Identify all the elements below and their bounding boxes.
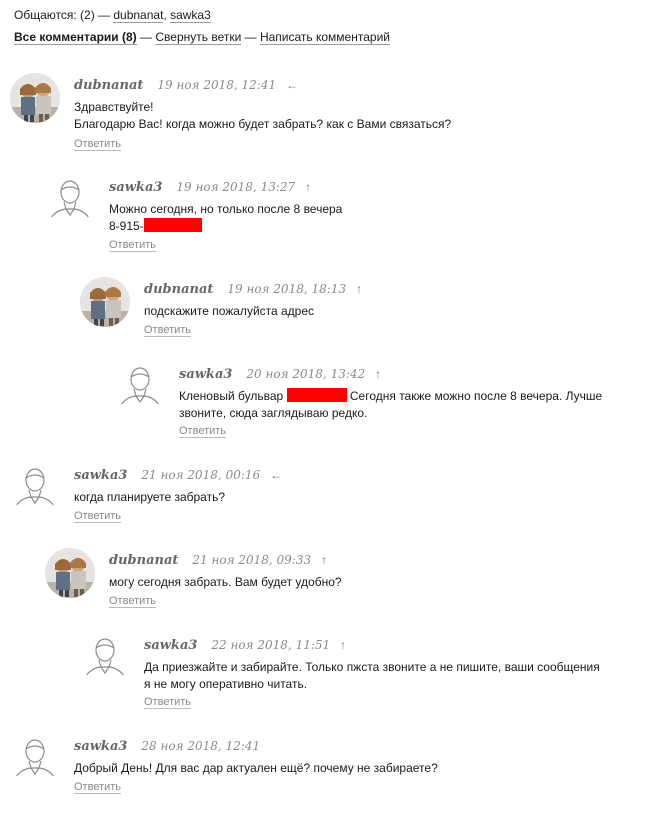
comment-item: sawka3 19 ноя 2018, 13:27 ↑ Можно сегодня,… xyxy=(45,175,635,255)
comment-author[interactable]: dubnanat xyxy=(109,553,178,568)
comment-text: могу сегодня забрать. Вам будет удобно? xyxy=(109,574,342,591)
comment-header: sawka3 28 ноя 2018, 12:41 xyxy=(74,739,260,754)
user-photo-avatar[interactable] xyxy=(10,73,60,123)
comment-item: sawka3 20 ноя 2018, 13:42 ↑ Кленовый бульв… xyxy=(115,362,635,442)
comment-date[interactable]: 21 ноя 2018, 00:16 xyxy=(141,468,260,482)
comment-line: Кленовый бульвар Сегодня также можно пос… xyxy=(179,388,602,405)
participants-line: Общаются: (2) — dubnanat, sawka3 xyxy=(14,8,211,23)
comment-author[interactable]: sawka3 xyxy=(74,739,127,754)
comment-item: sawka3 22 ноя 2018, 11:51 ↑ Да приезжайте … xyxy=(80,633,635,713)
comment-line: 8-915- xyxy=(109,218,342,235)
write-comment-link[interactable]: Написать комментарий xyxy=(259,30,390,45)
comment-header: dubnanat 19 ноя 2018, 18:13 ↑ xyxy=(144,282,362,297)
user-photo-avatar[interactable] xyxy=(80,277,130,327)
comment-date[interactable]: 19 ноя 2018, 18:13 xyxy=(227,282,346,296)
comment-line: могу сегодня забрать. Вам будет удобно? xyxy=(109,575,342,589)
comment-text: Да приезжайте и забирайте. Только пжста … xyxy=(144,659,600,693)
default-user-avatar[interactable] xyxy=(10,463,60,513)
comment-author[interactable]: dubnanat xyxy=(74,78,143,93)
comment-item: sawka3 28 ноя 2018, 12:41 Добрый День! Дл… xyxy=(10,734,635,804)
comment-date[interactable]: 21 ноя 2018, 09:33 xyxy=(192,553,311,567)
comment-author[interactable]: sawka3 xyxy=(74,468,127,483)
comment-line: когда планируете забрать? xyxy=(74,490,226,504)
arrow-up-icon[interactable]: ↑ xyxy=(375,367,381,381)
arrow-up-icon[interactable]: ↑ xyxy=(321,553,327,567)
comment-author[interactable]: sawka3 xyxy=(109,180,162,195)
user-silhouette-icon xyxy=(13,739,57,781)
comment-line-rest: Сегодня также можно после 8 вечера. Лучш… xyxy=(346,389,603,403)
reply-link[interactable]: Ответить xyxy=(109,595,157,608)
default-user-avatar[interactable] xyxy=(115,362,165,412)
user-photo-avatar[interactable] xyxy=(45,548,95,598)
comment-header: sawka3 20 ноя 2018, 13:42 ↑ xyxy=(179,367,381,382)
comment-date[interactable]: 20 ноя 2018, 13:42 xyxy=(246,367,365,381)
arrow-up-icon[interactable]: ↑ xyxy=(356,282,362,296)
comment-header: sawka3 21 ноя 2018, 00:16 ← xyxy=(74,468,282,483)
controls-dash-2: — xyxy=(241,30,260,44)
comment-line: Да приезжайте и забирайте. Только пжста … xyxy=(144,660,600,674)
redacted-address xyxy=(286,388,347,402)
comment-author[interactable]: dubnanat xyxy=(144,282,213,297)
user-silhouette-icon xyxy=(118,367,162,409)
reply-link[interactable]: Ответить xyxy=(144,324,192,337)
address-prefix: Кленовый бульвар xyxy=(179,389,287,403)
reply-link[interactable]: Ответить xyxy=(179,425,227,438)
comment-text: подскажите пожалуйста адрес xyxy=(144,303,314,320)
comment-text: Можно сегодня, но только после 8 вечера … xyxy=(109,201,342,235)
arrow-left-icon[interactable]: ← xyxy=(270,468,282,482)
comment-header: sawka3 19 ноя 2018, 13:27 ↑ xyxy=(109,180,311,195)
comment-line: подскажите пожалуйста адрес xyxy=(144,304,315,318)
all-comments-link[interactable]: Все комментарии (8) xyxy=(14,30,137,45)
comment-line: Благодарю Вас! когда можно будет забрать… xyxy=(74,117,452,131)
arrow-up-icon[interactable]: ↑ xyxy=(305,180,311,194)
comment-date[interactable]: 19 ноя 2018, 13:27 xyxy=(176,180,295,194)
comment-line: Добрый День! Для вас дар актуален ещё? п… xyxy=(74,761,438,775)
comment-header: dubnanat 19 ноя 2018, 12:41 ← xyxy=(74,78,298,93)
reply-link[interactable]: Ответить xyxy=(74,138,122,151)
comment-item: dubnanat 21 ноя 2018, 09:33 ↑ могу сегодня… xyxy=(45,548,635,618)
arrow-left-icon[interactable]: ← xyxy=(286,78,298,92)
comment-line: я не могу оперативно читать. xyxy=(144,677,308,691)
phone-prefix: 8-915- xyxy=(109,219,144,233)
comment-date[interactable]: 22 ноя 2018, 11:51 xyxy=(211,638,330,652)
participant-link-sawka3[interactable]: sawka3 xyxy=(170,8,211,23)
reply-link[interactable]: Ответить xyxy=(74,510,122,523)
comment-line: звоните, сюда заглядываю редко. xyxy=(179,406,368,420)
comment-item: dubnanat 19 ноя 2018, 18:13 ↑ подскажите п… xyxy=(80,277,635,347)
comment-line: Можно сегодня, но только после 8 вечера xyxy=(109,202,343,216)
comment-header: sawka3 22 ноя 2018, 11:51 ↑ xyxy=(144,638,346,653)
default-user-avatar[interactable] xyxy=(45,175,95,225)
arrow-up-icon[interactable]: ↑ xyxy=(340,638,346,652)
participant-link-dubnanat[interactable]: dubnanat xyxy=(113,8,164,23)
user-silhouette-icon xyxy=(83,638,127,680)
comment-text: Здравствуйте! Благодарю Вас! когда можно… xyxy=(74,99,451,133)
reply-link[interactable]: Ответить xyxy=(109,239,157,252)
comment-header: dubnanat 21 ноя 2018, 09:33 ↑ xyxy=(109,553,327,568)
comment-date[interactable]: 28 ноя 2018, 12:41 xyxy=(141,739,260,753)
comment-author[interactable]: sawka3 xyxy=(179,367,232,382)
comment-text: Кленовый бульвар Сегодня также можно пос… xyxy=(179,388,602,422)
collapse-threads-link[interactable]: Свернуть ветки xyxy=(155,30,242,45)
comment-text: когда планируете забрать? xyxy=(74,489,225,506)
reply-link[interactable]: Ответить xyxy=(144,696,192,709)
redacted-phone xyxy=(143,218,202,232)
comment-item: sawka3 21 ноя 2018, 00:16 ← когда планируе… xyxy=(10,463,635,533)
default-user-avatar[interactable] xyxy=(10,734,60,784)
comment-controls: Все комментарии (8) — Свернуть ветки — Н… xyxy=(14,30,390,45)
participants-label: Общаются: (2) — xyxy=(14,8,114,22)
comment-date[interactable]: 19 ноя 2018, 12:41 xyxy=(157,78,276,92)
comment-author[interactable]: sawka3 xyxy=(144,638,197,653)
default-user-avatar[interactable] xyxy=(80,633,130,683)
user-silhouette-icon xyxy=(48,180,92,222)
comment-item: dubnanat 19 ноя 2018, 12:41 ← Здравствуйте… xyxy=(10,73,630,153)
comment-line: Здравствуйте! xyxy=(74,100,154,114)
user-silhouette-icon xyxy=(13,468,57,510)
controls-dash-1: — xyxy=(136,30,156,44)
comment-text: Добрый День! Для вас дар актуален ещё? п… xyxy=(74,760,438,777)
reply-link[interactable]: Ответить xyxy=(74,781,122,794)
